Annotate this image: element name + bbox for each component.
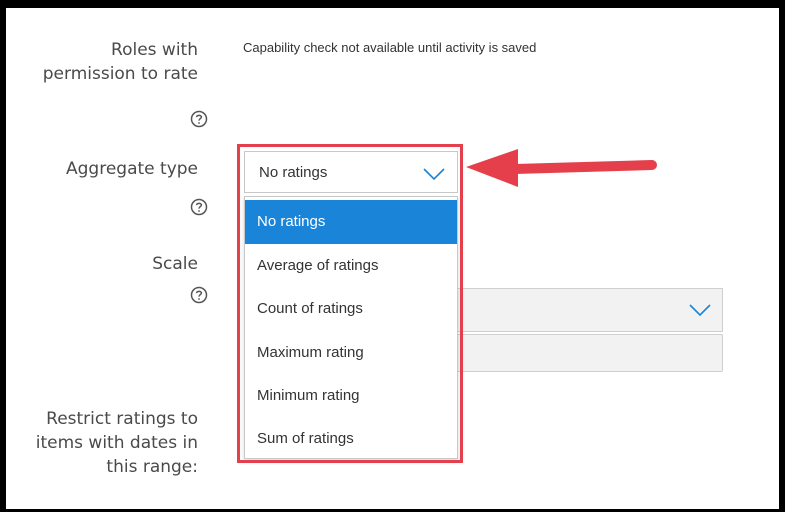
- restrict-ratings-label: Restrict ratings to items with dates in …: [36, 407, 198, 479]
- help-icon[interactable]: [190, 110, 208, 128]
- aggregate-type-label: Aggregate type: [66, 159, 198, 179]
- roles-label-line1: Roles with: [111, 40, 198, 60]
- aggregate-type-value: No ratings: [259, 164, 328, 181]
- help-icon[interactable]: [190, 198, 208, 216]
- capability-note: Capability check not available until act…: [243, 40, 537, 55]
- aggregate-type-options: No ratings Average of ratings Count of r…: [244, 196, 458, 459]
- option-sum-of-ratings[interactable]: Sum of ratings: [245, 417, 457, 461]
- option-no-ratings[interactable]: No ratings: [245, 200, 457, 244]
- aggregate-type-select[interactable]: No ratings: [244, 151, 458, 193]
- scale-label: Scale: [152, 254, 198, 274]
- restrict-line2: items with dates in: [35, 433, 198, 453]
- roles-label: Roles with permission to rate: [43, 38, 198, 86]
- option-minimum-rating[interactable]: Minimum rating: [245, 374, 457, 418]
- restrict-line1: Restrict ratings to: [46, 409, 198, 429]
- chevron-down-icon: [689, 304, 711, 317]
- red-arrow-icon: [466, 149, 657, 187]
- option-average-of-ratings[interactable]: Average of ratings: [245, 244, 457, 288]
- help-icon[interactable]: [190, 286, 208, 304]
- option-maximum-rating[interactable]: Maximum rating: [245, 331, 457, 375]
- restrict-line3: this range:: [106, 457, 198, 477]
- roles-label-line2: permission to rate: [42, 64, 198, 84]
- option-count-of-ratings[interactable]: Count of ratings: [245, 287, 457, 331]
- chevron-down-icon: [423, 168, 445, 181]
